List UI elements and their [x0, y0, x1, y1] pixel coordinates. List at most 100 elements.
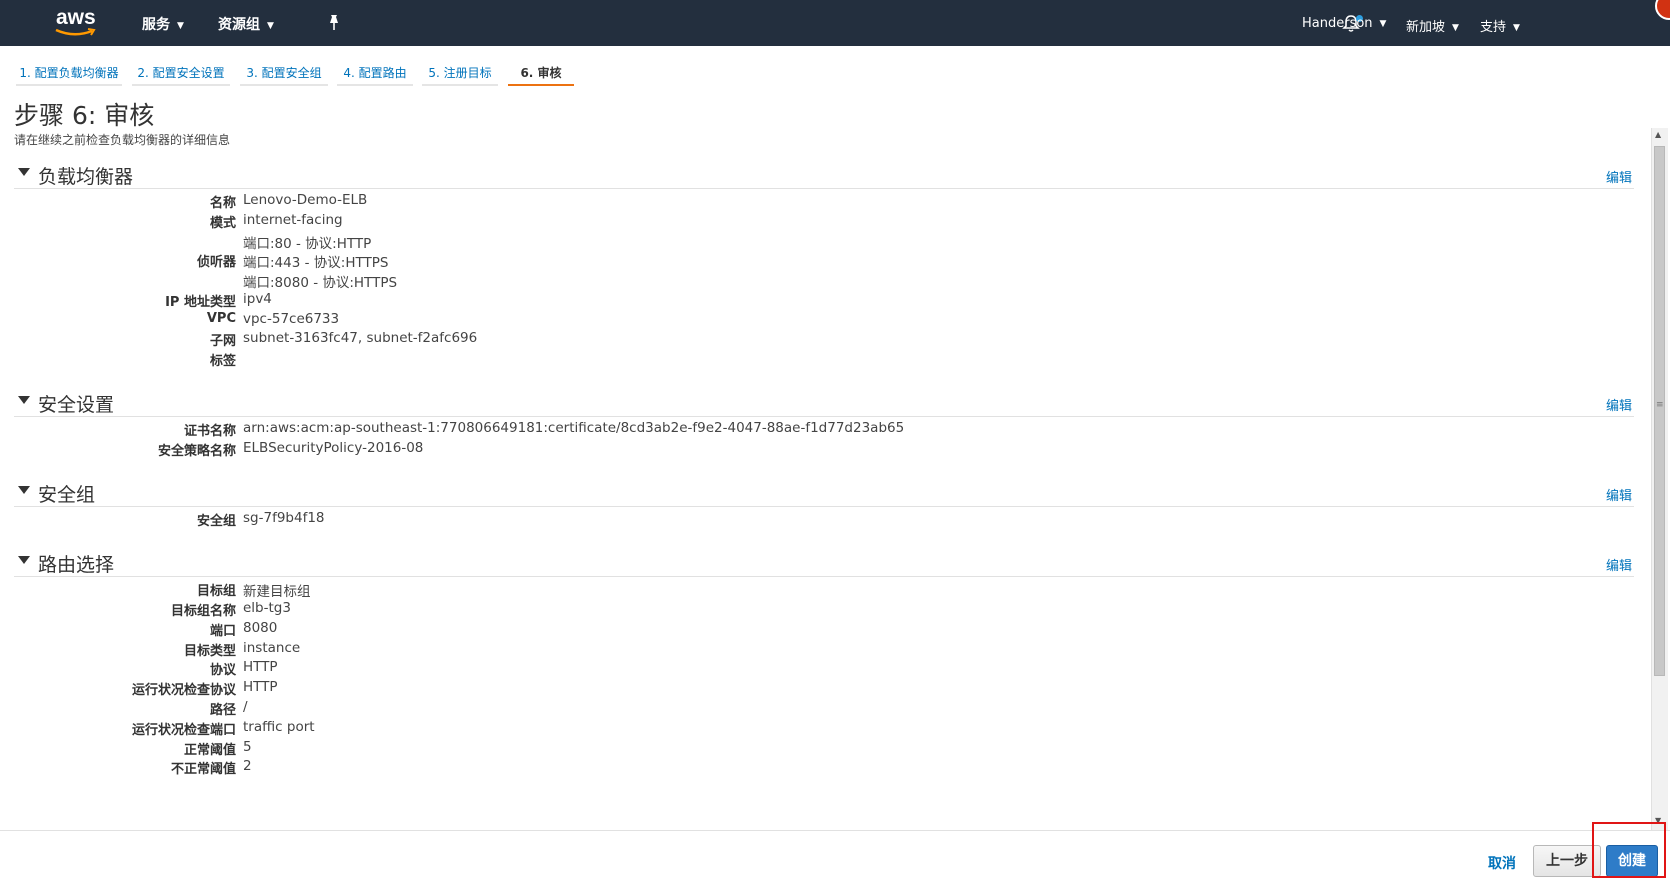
detail-key: 安全策略名称	[157, 444, 236, 459]
detail-value: 2	[243, 758, 252, 774]
detail-key: 路径	[209, 703, 236, 718]
detail-row: IP 地址类型 ipv4	[0, 291, 800, 311]
triangle-down-icon[interactable]	[18, 556, 30, 564]
edit-security-settings-link[interactable]: 编辑	[1606, 395, 1632, 414]
tab-step-4[interactable]: 4. 配置路由	[337, 60, 413, 86]
grip-icon: ≡	[1656, 400, 1664, 410]
section-title[interactable]: 安全组	[38, 480, 95, 507]
detail-row: 安全策略名称 ELBSecurityPolicy-2016-08	[0, 440, 1000, 460]
detail-key: 证书名称	[183, 424, 236, 439]
detail-row: 运行状况检查协议 HTTP	[0, 679, 800, 699]
detail-value: 5	[243, 739, 252, 755]
detail-key: 标签	[209, 354, 236, 369]
detail-value: 端口:80 - 协议:HTTP	[243, 236, 372, 252]
detail-key: 名称	[209, 196, 236, 211]
support-label: 支持	[1480, 20, 1507, 35]
detail-row: 端口:8080 - 协议:HTTPS	[0, 271, 800, 291]
previous-button[interactable]: 上一步	[1533, 845, 1601, 877]
detail-row: 名称 Lenovo-Demo-ELB	[0, 192, 800, 212]
user-menu[interactable]: Handerson ▼	[1302, 16, 1386, 31]
detail-row: 不正常阈值 2	[0, 758, 800, 778]
smile-arrow-icon	[55, 28, 96, 36]
pin-icon[interactable]	[326, 14, 342, 36]
detail-value: subnet-3163fc47, subnet-f2afc696	[243, 330, 478, 346]
notification-badge	[1655, 0, 1670, 20]
detail-row: 路径 /	[0, 699, 800, 719]
detail-value: HTTP	[243, 679, 278, 695]
detail-row: 端口:80 - 协议:HTTP	[0, 232, 800, 252]
region-menu[interactable]: 新加坡 ▼	[1406, 16, 1459, 35]
scrollbar-thumb[interactable]	[1654, 146, 1665, 676]
detail-value: 端口:8080 - 协议:HTTPS	[243, 275, 398, 291]
tab-step-2[interactable]: 2. 配置安全设置	[132, 60, 230, 86]
section-load-balancer: 负载均衡器 编辑	[14, 158, 1634, 189]
section-title[interactable]: 路由选择	[38, 550, 114, 577]
caret-down-icon: ▼	[177, 21, 184, 31]
section-security-settings: 安全设置 编辑	[14, 386, 1634, 417]
scroll-up-icon[interactable]: ▲	[1655, 130, 1661, 139]
detail-row: 目标类型 instance	[0, 640, 800, 660]
services-menu[interactable]: 服务 ▼	[142, 14, 184, 34]
detail-row: 侦听器 端口:443 - 协议:HTTPS	[0, 251, 800, 271]
detail-row: 目标组 新建目标组	[0, 580, 800, 600]
detail-value: elb-tg3	[243, 600, 291, 616]
detail-key: 运行状况检查端口	[131, 723, 236, 738]
aws-logo[interactable]: aws	[54, 6, 98, 40]
vertical-scrollbar[interactable]: ▲ ≡ ▼	[1651, 128, 1668, 830]
detail-row: 证书名称 arn:aws:acm:ap-southeast-1:770806649…	[0, 420, 1000, 440]
section-title[interactable]: 安全设置	[38, 390, 114, 417]
detail-row: 子网 subnet-3163fc47, subnet-f2afc696	[0, 330, 800, 350]
detail-value: arn:aws:acm:ap-southeast-1:770806649181:…	[243, 420, 905, 436]
detail-row: 目标组名称 elb-tg3	[0, 600, 800, 620]
detail-key: 不正常阈值	[170, 762, 236, 777]
detail-value: 8080	[243, 620, 278, 636]
edit-security-groups-link[interactable]: 编辑	[1606, 485, 1632, 504]
section-routing: 路由选择 编辑	[14, 546, 1634, 577]
edit-load-balancer-link[interactable]: 编辑	[1606, 167, 1632, 186]
triangle-down-icon[interactable]	[18, 396, 30, 404]
detail-key: 目标组	[196, 584, 236, 599]
detail-key: 安全组	[196, 514, 236, 529]
resource-groups-label: 资源组	[218, 17, 260, 33]
page-subtitle: 请在继续之前检查负载均衡器的详细信息	[14, 133, 231, 147]
detail-row: 运行状况检查端口 traffic port	[0, 719, 800, 739]
detail-key: 端口	[209, 624, 236, 639]
support-menu[interactable]: 支持 ▼	[1480, 16, 1520, 35]
detail-value: Lenovo-Demo-ELB	[243, 192, 368, 208]
detail-row: VPC vpc-57ce6733	[0, 311, 800, 331]
tab-step-5[interactable]: 5. 注册目标	[422, 60, 498, 86]
highlight-annotation	[1592, 822, 1666, 878]
tab-step-3[interactable]: 3. 配置安全组	[240, 60, 328, 86]
detail-key: VPC	[206, 311, 236, 326]
detail-value: vpc-57ce6733	[243, 311, 340, 327]
region-label: 新加坡	[1406, 20, 1446, 35]
review-content: 负载均衡器 编辑 名称 Lenovo-Demo-ELB 模式 internet-fa…	[0, 150, 1654, 830]
tab-step-1[interactable]: 1. 配置负载均衡器	[16, 60, 122, 86]
detail-value: /	[243, 699, 248, 715]
triangle-down-icon[interactable]	[18, 168, 30, 176]
top-nav: aws 服务 ▼ 资源组 ▼ Handerson ▼ 新加坡 ▼ 支持 ▼	[0, 0, 1670, 46]
detail-key: IP 地址类型	[165, 295, 236, 310]
services-label: 服务	[142, 17, 170, 33]
user-label: Handerson	[1302, 16, 1373, 31]
detail-value: traffic port	[243, 719, 315, 735]
footer-actions: 取消 上一步 创建	[0, 830, 1670, 889]
section-title[interactable]: 负载均衡器	[38, 162, 133, 189]
triangle-down-icon[interactable]	[18, 486, 30, 494]
cancel-link[interactable]: 取消	[1488, 853, 1516, 873]
detail-value: 新建目标组	[243, 584, 311, 600]
detail-value: instance	[243, 640, 301, 656]
detail-row: 正常阈值 5	[0, 739, 800, 759]
tab-step-6-review[interactable]: 6. 审核	[508, 60, 574, 86]
edit-routing-link[interactable]: 编辑	[1606, 555, 1632, 574]
detail-key: 目标类型	[183, 644, 236, 659]
caret-down-icon: ▼	[1513, 23, 1520, 33]
detail-key: 正常阈值	[183, 743, 236, 758]
detail-key: 侦听器	[196, 255, 236, 270]
detail-key: 协议	[209, 663, 236, 678]
detail-key: 目标组名称	[170, 604, 236, 619]
resource-groups-menu[interactable]: 资源组 ▼	[218, 14, 274, 34]
detail-value: 端口:443 - 协议:HTTPS	[243, 255, 389, 271]
detail-row: 端口 8080	[0, 620, 800, 640]
detail-key: 模式	[209, 216, 236, 231]
